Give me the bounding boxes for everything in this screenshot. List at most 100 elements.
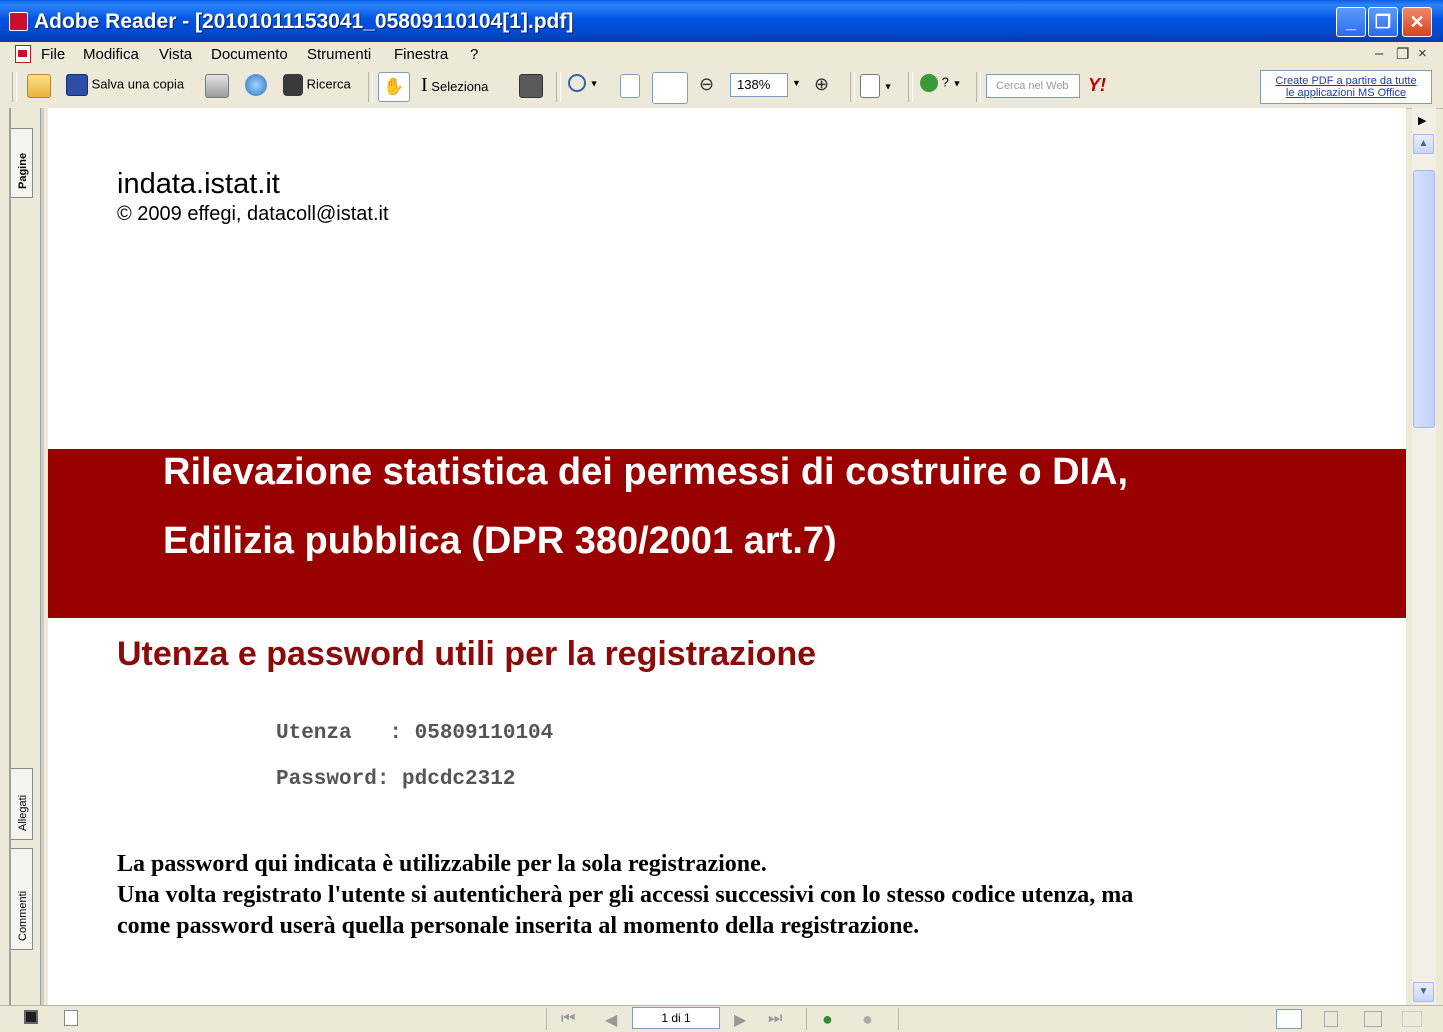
menu-modifica[interactable]: Modifica	[83, 46, 139, 63]
web-search-input[interactable]: Cerca nel Web	[986, 74, 1080, 98]
username-line: Utenza : 05809110104	[276, 722, 554, 745]
menu-finestra[interactable]: Finestra	[394, 46, 448, 63]
next-view-icon[interactable]: ●	[862, 1009, 873, 1030]
close-button[interactable]: ✕	[1402, 7, 1432, 37]
doc-close-button[interactable]: ×	[1418, 45, 1427, 62]
nav-separator	[806, 1008, 807, 1030]
site-name: indata.istat.it	[117, 168, 280, 200]
note-line-3: come password userà quella personale ins…	[117, 913, 920, 939]
menu-strumenti[interactable]: Strumenti	[307, 46, 371, 63]
previous-page-icon[interactable]: ◀	[605, 1010, 617, 1030]
zoom-dropdown-button[interactable]: ▼	[792, 74, 801, 100]
pane-options-arrow-icon[interactable]: ▶	[1418, 114, 1426, 127]
scroll-up-button[interactable]: ▲	[1413, 134, 1434, 154]
last-page-icon[interactable]: ⏭	[768, 1010, 782, 1028]
fit-width-icon	[652, 72, 688, 104]
document-page[interactable]: indata.istat.it © 2009 effegi, datacoll@…	[48, 108, 1406, 1005]
fit-page-icon	[620, 74, 640, 98]
floppy-disk-icon	[66, 74, 88, 96]
monitor-icon[interactable]	[24, 1010, 38, 1024]
yahoo-button[interactable]: Y!	[1088, 75, 1106, 101]
facing-view-icon[interactable]	[1364, 1011, 1382, 1027]
next-page-icon[interactable]: ▶	[734, 1010, 746, 1030]
banner-title-line1: Rilevazione statistica dei permessi di c…	[163, 451, 1129, 493]
binoculars-icon	[283, 74, 303, 96]
doc-minimize-button[interactable]: –	[1375, 45, 1383, 62]
fit-page-button[interactable]	[620, 74, 640, 100]
previous-view-icon[interactable]: ●	[822, 1009, 833, 1030]
page-size-icon[interactable]	[64, 1010, 78, 1026]
pane-splitter[interactable]	[40, 108, 44, 1005]
zoom-level-input[interactable]: 138%	[730, 73, 788, 97]
tab-attachments[interactable]: Allegati	[11, 768, 33, 840]
restore-button[interactable]: ❐	[1368, 7, 1398, 37]
chevron-down-icon: ▼	[952, 78, 962, 89]
navigation-pane: Pagine Allegati Commenti	[0, 108, 48, 1005]
window-title: Adobe Reader - [20101011153041_058091101…	[34, 10, 574, 33]
select-label: Seleziona	[431, 79, 489, 94]
menu-vista[interactable]: Vista	[159, 46, 192, 63]
help-label: ?	[941, 74, 949, 90]
yahoo-logo: Y!	[1088, 75, 1106, 95]
zoom-in-button[interactable]: ⊕	[814, 74, 829, 100]
create-pdf-line2: le applicazioni MS Office	[1285, 87, 1407, 99]
password-line: Password: pdcdc2312	[276, 768, 516, 791]
help-button[interactable]: ? ▼	[920, 74, 961, 100]
document-icon[interactable]	[15, 45, 31, 63]
single-page-view-icon[interactable]	[1276, 1009, 1302, 1029]
vertical-scrollbar[interactable]: ▶ ▲ ▼	[1412, 108, 1436, 1005]
copyright-line: © 2009 effegi, datacoll@istat.it	[117, 203, 389, 225]
save-copy-button[interactable]: Salva una copia	[66, 74, 184, 100]
select-tool-button[interactable]: I Seleziona	[421, 74, 488, 100]
title-banner: Rilevazione statistica dei permessi di c…	[48, 449, 1406, 618]
rotate-view-button[interactable]: ▼	[860, 74, 893, 100]
snapshot-button[interactable]	[519, 74, 543, 100]
toolbar-separator	[976, 72, 981, 102]
banner-title-line2: Edilizia pubblica (DPR 380/2001 art.7)	[163, 520, 837, 562]
page-number-input[interactable]: 1 di 1	[632, 1007, 720, 1029]
chevron-down-icon: ▼	[883, 81, 893, 92]
toolbar-separator	[556, 72, 561, 102]
fit-width-button[interactable]	[652, 72, 688, 104]
toolbar-separator	[368, 72, 373, 102]
note-line-1: La password qui indicata è utilizzabile …	[117, 851, 767, 877]
open-button[interactable]	[27, 74, 51, 100]
print-button[interactable]	[205, 74, 229, 100]
continuous-facing-view-icon[interactable]	[1402, 1011, 1422, 1027]
magnifier-icon	[568, 74, 586, 92]
menu-help[interactable]: ?	[470, 46, 478, 63]
scroll-down-button[interactable]: ▼	[1413, 982, 1434, 1002]
folder-open-icon	[27, 74, 51, 98]
tab-pages[interactable]: Pagine	[11, 128, 33, 198]
email-button[interactable]	[245, 74, 267, 100]
doc-restore-button[interactable]: ❐	[1396, 45, 1409, 63]
create-pdf-link[interactable]: Create PDF a partire da tutte le applica…	[1260, 70, 1432, 104]
minimize-button[interactable]: _	[1336, 7, 1366, 37]
tab-attachments-label: Allegati	[17, 794, 29, 831]
nav-separator	[898, 1008, 899, 1030]
zoom-out-button[interactable]: ⊖	[699, 74, 714, 100]
camera-icon	[519, 74, 543, 98]
first-page-icon[interactable]: ⏮	[561, 1010, 575, 1028]
zoom-in-tool-button[interactable]: ▼	[568, 74, 599, 100]
text-cursor-icon: I	[421, 74, 428, 96]
create-pdf-line1: Create PDF a partire da tutte	[1275, 75, 1417, 87]
menu-documento[interactable]: Documento	[211, 46, 288, 63]
search-button[interactable]: Ricerca	[283, 74, 351, 100]
menu-file[interactable]: File	[41, 46, 65, 63]
chevron-down-icon: ▼	[792, 78, 801, 88]
menu-bar: File Modifica Vista Documento Strumenti …	[0, 42, 1443, 67]
tab-comments-label: Commenti	[17, 890, 29, 941]
search-label: Ricerca	[306, 76, 351, 92]
printer-icon	[205, 74, 229, 98]
scroll-thumb[interactable]	[1413, 170, 1435, 428]
zoom-in-icon: ⊕	[814, 74, 830, 94]
section-heading: Utenza e password utili per la registraz…	[117, 635, 817, 673]
continuous-view-icon[interactable]	[1324, 1011, 1338, 1027]
email-globe-icon	[245, 74, 267, 96]
zoom-out-icon: ⊖	[699, 74, 715, 94]
tab-comments[interactable]: Commenti	[11, 848, 33, 950]
help-icon	[920, 74, 938, 92]
hand-icon: ✋	[378, 72, 410, 102]
hand-tool-button[interactable]: ✋	[378, 72, 410, 102]
